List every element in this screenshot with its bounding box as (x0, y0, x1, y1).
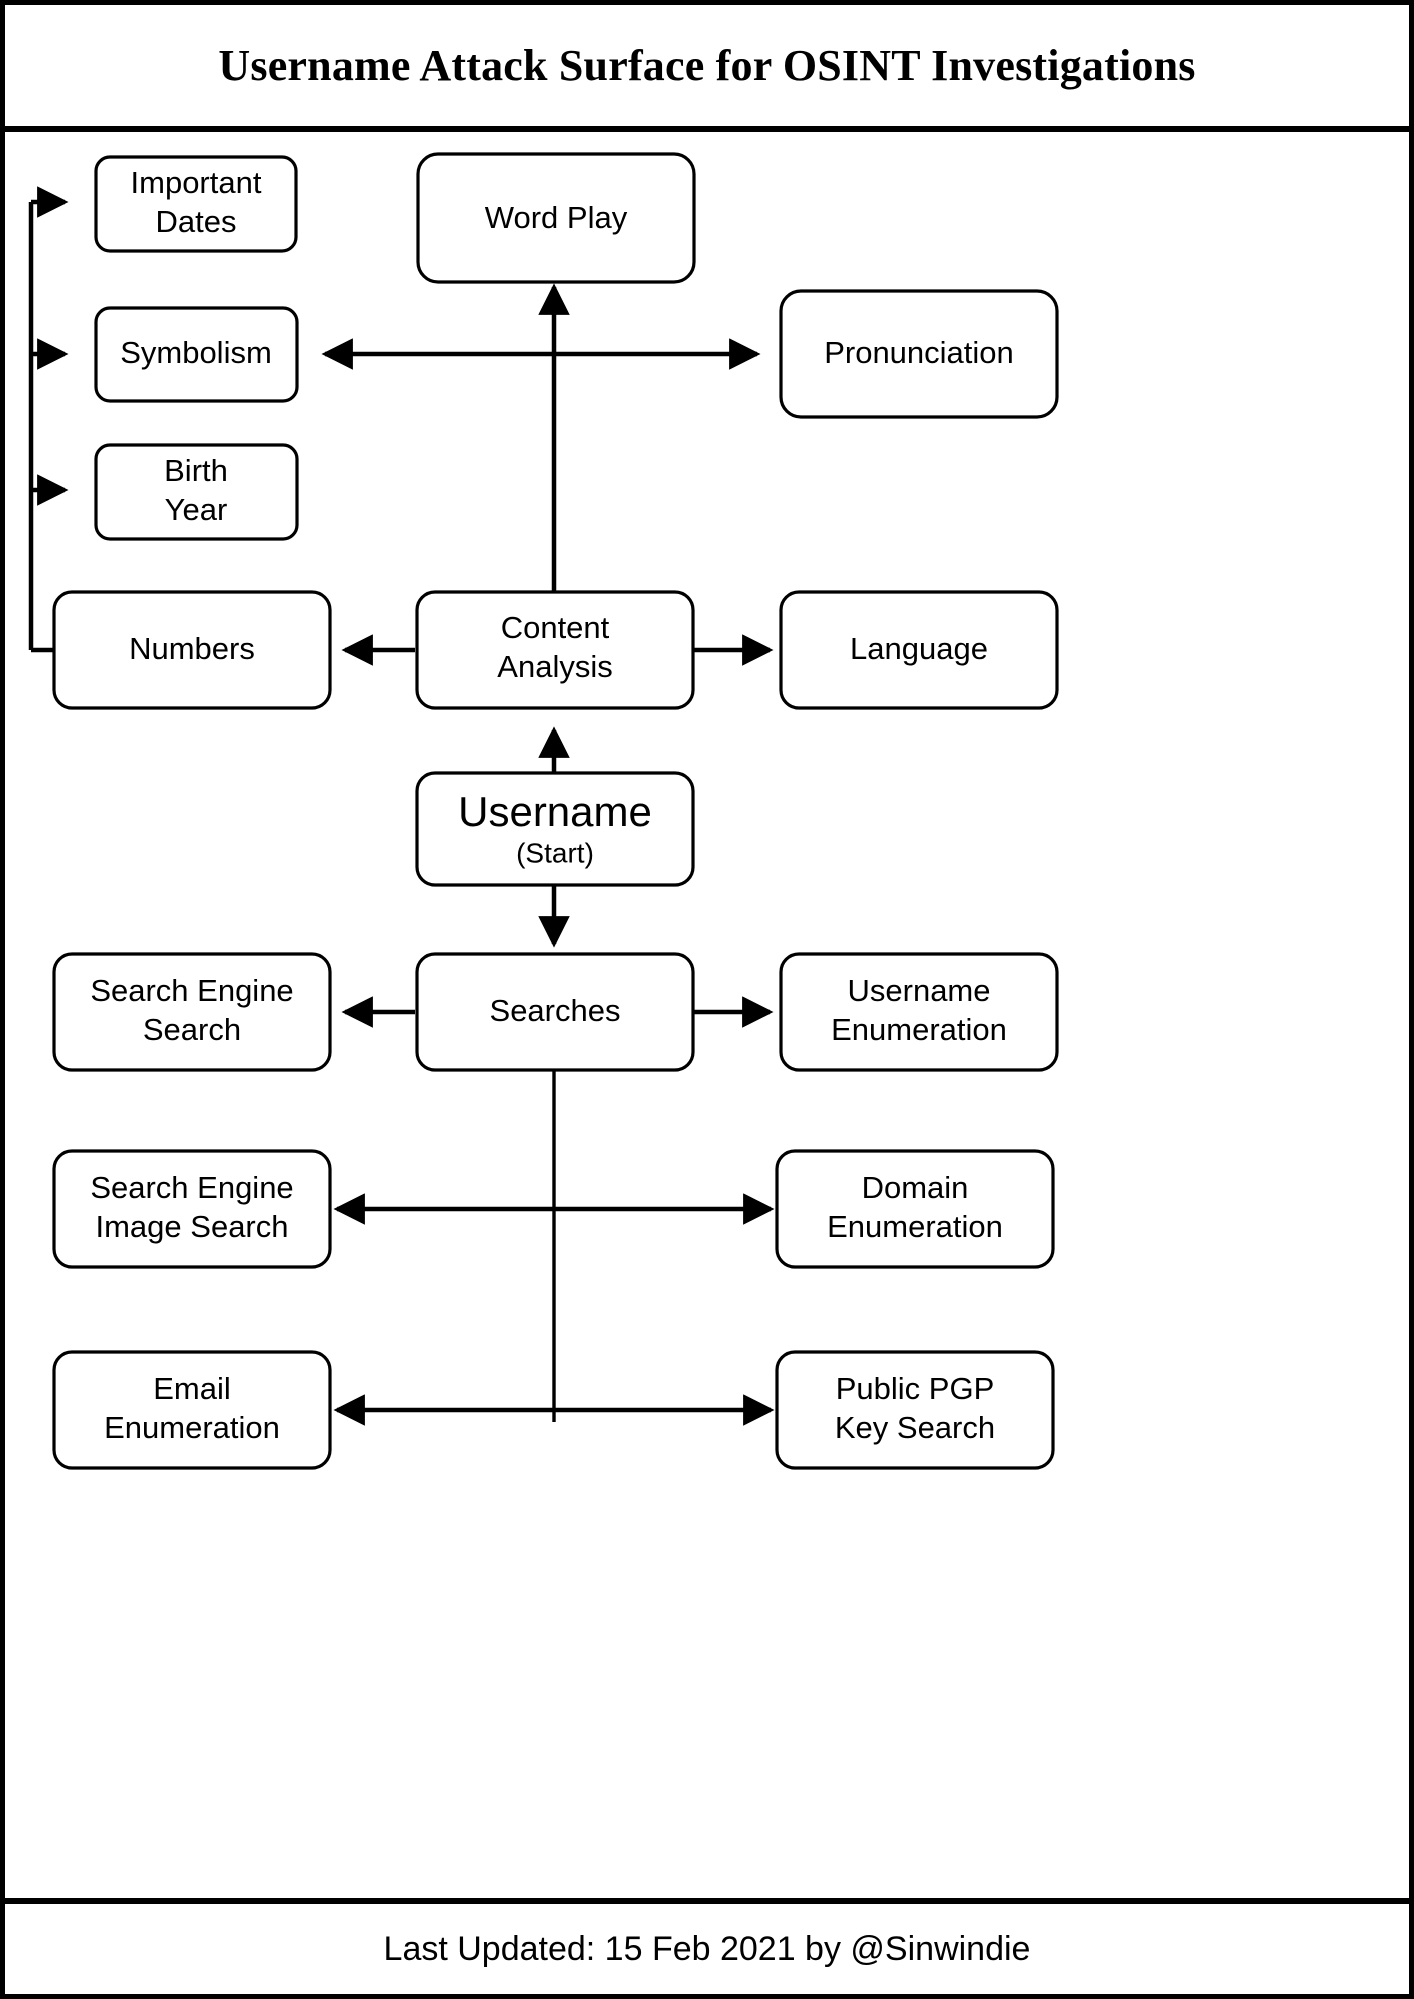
node-numbers-label-1: Numbers (129, 631, 255, 666)
node-birth-year[interactable]: Birth Year (94, 443, 299, 541)
node-username-enumeration[interactable]: Username Enumeration (779, 952, 1059, 1072)
node-word-play-label-1: Word Play (485, 200, 628, 235)
node-username-enumeration-label-2: Enumeration (831, 1012, 1007, 1047)
node-username-enumeration-label-1: Username (848, 973, 991, 1008)
node-content-analysis-label-1: Content (501, 610, 610, 645)
node-pronunciation[interactable]: Pronunciation (779, 289, 1059, 419)
node-domain-enumeration[interactable]: Domain Enumeration (775, 1149, 1055, 1269)
node-language-label-1: Language (850, 631, 988, 666)
node-symbolism[interactable]: Symbolism (94, 306, 299, 403)
node-important-dates-label-2: Dates (156, 204, 237, 239)
node-content-analysis-label-2: Analysis (497, 649, 612, 684)
page-title: Username Attack Surface for OSINT Invest… (218, 41, 1196, 90)
node-email-enumeration-label-1: Email (153, 1371, 231, 1406)
poster-frame: Username Attack Surface for OSINT Invest… (0, 0, 1414, 1999)
node-search-engine-image-search-label-2: Image Search (96, 1209, 289, 1244)
node-username-start-label-2: (Start) (516, 837, 594, 868)
node-content-analysis[interactable]: Content Analysis (415, 590, 695, 710)
node-pronunciation-label-1: Pronunciation (824, 335, 1014, 370)
node-important-dates[interactable]: Important Dates (94, 155, 298, 253)
node-search-engine-search-label-2: Search (143, 1012, 241, 1047)
node-public-pgp-key-search-label-1: Public PGP (836, 1371, 995, 1406)
node-birth-year-label-2: Year (165, 492, 228, 527)
node-public-pgp-key-search[interactable]: Public PGP Key Search (775, 1350, 1055, 1470)
node-email-enumeration[interactable]: Email Enumeration (52, 1350, 332, 1470)
diagram-canvas: Important Dates Symbolism Birth Year Num… (5, 132, 1409, 1902)
node-username-start[interactable]: Username (Start) (415, 771, 695, 887)
node-email-enumeration-label-2: Enumeration (104, 1410, 280, 1445)
flowchart-svg: Important Dates Symbolism Birth Year Num… (28, 152, 1059, 1470)
node-search-engine-image-search[interactable]: Search Engine Image Search (52, 1149, 332, 1269)
node-domain-enumeration-label-2: Enumeration (827, 1209, 1003, 1244)
node-searches-label-1: Searches (490, 993, 621, 1028)
title-bar: Username Attack Surface for OSINT Invest… (5, 5, 1409, 132)
node-numbers[interactable]: Numbers (52, 590, 332, 710)
node-domain-enumeration-label-1: Domain (862, 1170, 969, 1205)
node-search-engine-search-label-1: Search Engine (90, 973, 293, 1008)
footer-bar: Last Updated: 15 Feb 2021 by @Sinwindie (5, 1898, 1409, 1994)
node-searches[interactable]: Searches (415, 952, 695, 1072)
node-search-engine-search[interactable]: Search Engine Search (52, 952, 332, 1072)
edge-numbers-to-left-branches (28, 186, 69, 653)
node-word-play[interactable]: Word Play (416, 152, 696, 284)
node-birth-year-label-1: Birth (164, 453, 228, 488)
node-search-engine-image-search-label-1: Search Engine (90, 1170, 293, 1205)
node-important-dates-label-1: Important (131, 165, 262, 200)
node-symbolism-label-1: Symbolism (120, 335, 272, 370)
node-public-pgp-key-search-label-2: Key Search (835, 1410, 995, 1445)
node-language[interactable]: Language (779, 590, 1059, 710)
last-updated-text: Last Updated: 15 Feb 2021 by @Sinwindie (383, 1929, 1031, 1968)
node-username-start-label-1: Username (458, 788, 652, 835)
